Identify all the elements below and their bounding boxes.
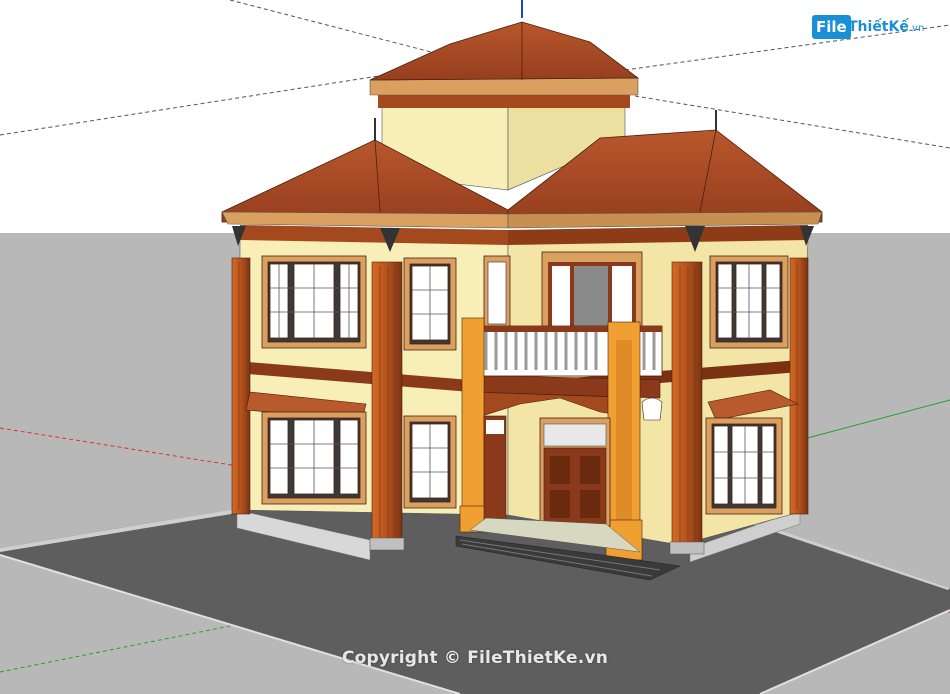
column-left — [371, 261, 403, 545]
copyright-watermark: Copyright © FileThietKe.vn — [341, 648, 609, 668]
attic-fascia-dark — [378, 95, 630, 108]
window-upper-right — [709, 255, 789, 349]
column-far-left — [231, 257, 251, 515]
wall-lamp — [641, 397, 663, 421]
logo-file-badge: File — [812, 15, 851, 39]
logo-tld: .vn — [908, 23, 925, 34]
column-far-right — [789, 257, 809, 515]
window-lower-right — [705, 417, 783, 515]
house-model-scene[interactable] — [0, 0, 950, 694]
window-upper-center — [403, 257, 457, 351]
model-viewport[interactable]: File ThiếtKế.vn Copyright © FileThietKe.… — [0, 0, 950, 694]
attic-fascia — [369, 77, 639, 96]
site-logo: File ThiếtKế.vn — [810, 12, 942, 46]
column-right — [671, 261, 703, 549]
window-lower-left — [261, 411, 367, 505]
window-upper-left — [261, 255, 367, 349]
porch-pillar-left — [461, 317, 485, 531]
window-lower-center — [403, 415, 457, 509]
logo-name: ThiếtKế — [848, 19, 909, 35]
